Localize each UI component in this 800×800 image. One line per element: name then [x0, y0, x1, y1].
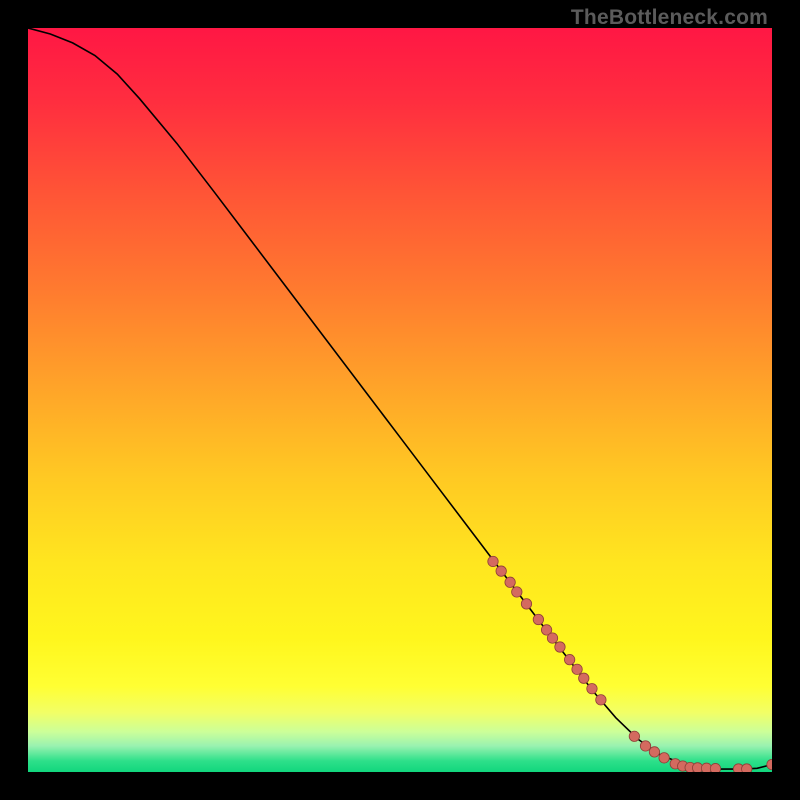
curve-line [28, 28, 772, 769]
data-point [649, 747, 659, 757]
chart-overlay [28, 28, 772, 772]
data-point [767, 759, 772, 769]
data-point [572, 664, 582, 674]
plot-area [28, 28, 772, 772]
watermark-text: TheBottleneck.com [571, 6, 768, 30]
data-point [512, 587, 522, 597]
data-point [564, 654, 574, 664]
data-point [521, 599, 531, 609]
marker-group [488, 556, 772, 772]
data-point [505, 577, 515, 587]
data-point [533, 614, 543, 624]
data-point [587, 683, 597, 693]
data-point [488, 556, 498, 566]
data-point [629, 731, 639, 741]
data-point [596, 695, 606, 705]
data-point [496, 566, 506, 576]
chart-stage: TheBottleneck.com [0, 0, 800, 800]
data-point [659, 753, 669, 763]
data-point [640, 741, 650, 751]
data-point [710, 763, 720, 772]
data-point [579, 673, 589, 683]
data-point [742, 764, 752, 772]
data-point [547, 633, 557, 643]
data-point [555, 642, 565, 652]
